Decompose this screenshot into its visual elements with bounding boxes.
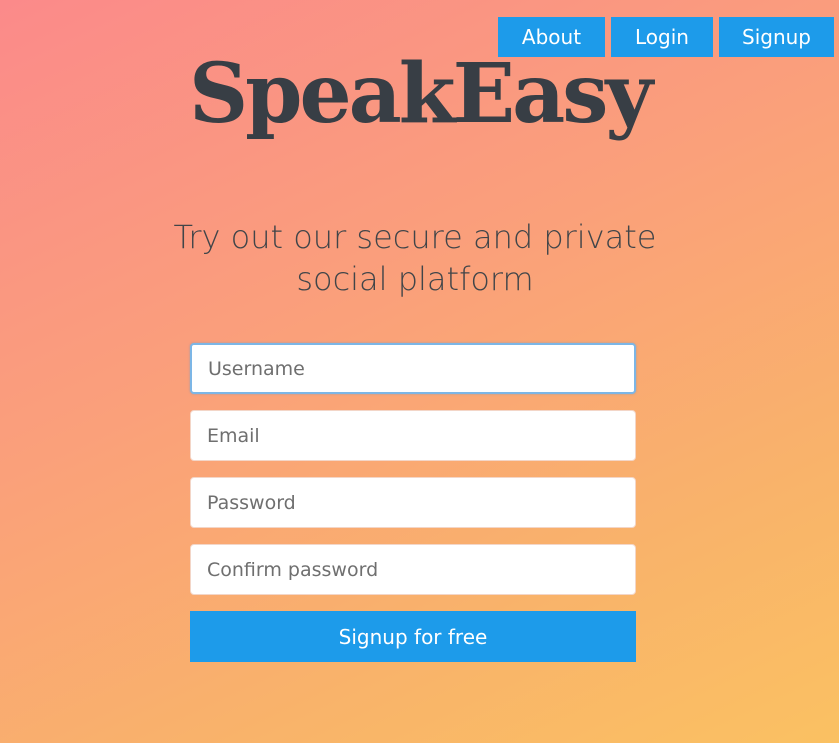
username-input[interactable] <box>190 343 636 394</box>
password-input[interactable] <box>190 477 636 528</box>
brand-logo: SpeakEasy <box>188 46 653 142</box>
confirm-password-input[interactable] <box>190 544 636 595</box>
tagline: Try out our secure and private social pl… <box>173 218 657 298</box>
email-input[interactable] <box>190 410 636 461</box>
signup-for-free-button[interactable]: Signup for free <box>190 611 636 662</box>
signup-form: Signup for free <box>190 343 636 662</box>
